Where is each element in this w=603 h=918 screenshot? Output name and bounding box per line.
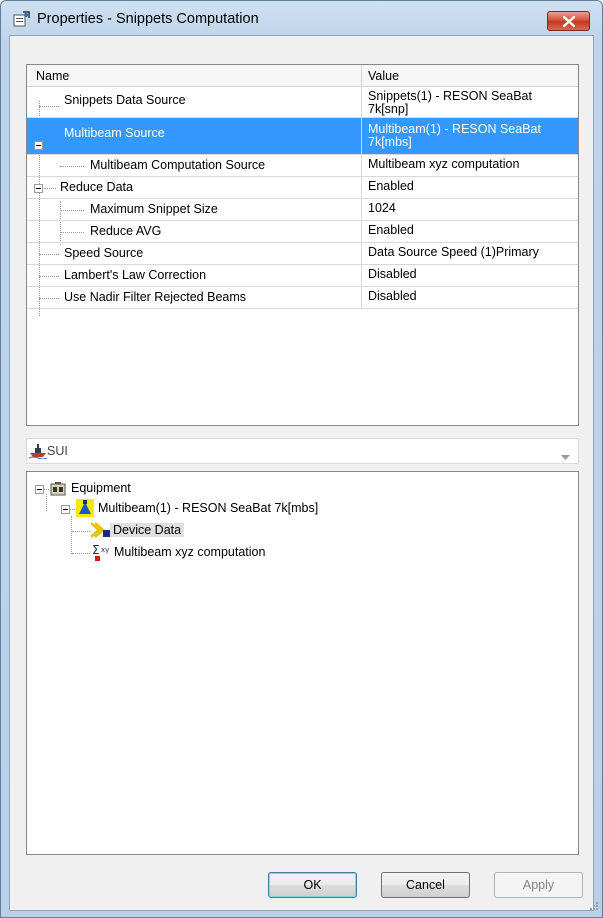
property-name: Lambert's Law Correction (64, 268, 207, 282)
tree-connector (39, 298, 59, 299)
vessel-combobox[interactable]: SUI (26, 438, 579, 464)
property-name: Reduce AVG (90, 224, 162, 238)
property-value[interactable]: Disabled (368, 268, 574, 281)
close-button[interactable] (547, 11, 590, 31)
tree-node-label: Equipment (71, 481, 131, 495)
ok-button[interactable]: OK (268, 872, 357, 898)
property-grid[interactable]: Name Value Snippets Data Source Snippets… (26, 64, 579, 426)
property-row[interactable]: Reduce Data Enabled (27, 177, 578, 199)
tree-connector (60, 232, 84, 233)
svg-text:xy: xy (101, 546, 109, 554)
window-title: Properties - Snippets Computation (37, 11, 259, 27)
tree-connector (72, 553, 90, 554)
column-divider (361, 199, 362, 220)
tree-connector (44, 188, 56, 189)
close-icon (563, 16, 575, 27)
column-divider (361, 155, 362, 176)
property-value[interactable]: Enabled (368, 224, 574, 237)
multibeam-icon (76, 499, 94, 520)
properties-icon (13, 11, 31, 27)
property-name: Speed Source (64, 246, 144, 260)
property-name: Maximum Snippet Size (90, 202, 218, 216)
equipment-tree[interactable]: Equipment Multibeam(1) - RESON SeaBat 7k… (26, 471, 579, 855)
collapse-icon[interactable] (61, 505, 70, 514)
property-value[interactable]: Multibeam(1) - RESON SeaBat 7k[mbs] (368, 123, 574, 149)
apply-button[interactable]: Apply (494, 872, 583, 898)
column-divider (361, 87, 362, 117)
property-row[interactable]: Speed Source Data Source Speed (1)Primar… (27, 243, 578, 265)
tree-connector (60, 166, 84, 167)
chevron-down-icon[interactable] (561, 449, 570, 463)
property-name: Snippets Data Source (64, 93, 186, 107)
tree-node-xyz-computation[interactable]: Σ xy Multibeam xyz computation (72, 543, 353, 566)
column-divider[interactable] (361, 65, 362, 86)
tree-node-label: Device Data (110, 523, 185, 537)
tree-guide-line (71, 516, 72, 554)
property-name: Multibeam Source (64, 126, 165, 140)
column-header-value[interactable]: Value (368, 69, 399, 83)
properties-window: Properties - Snippets Computation Name V… (0, 0, 603, 918)
collapse-icon[interactable] (34, 141, 43, 150)
property-value[interactable]: Disabled (368, 290, 574, 303)
tree-connector (39, 254, 59, 255)
vessel-icon (28, 443, 48, 462)
combobox-value: SUI (47, 444, 68, 458)
column-divider (361, 118, 362, 154)
tree-node-equipment[interactable]: Equipment (35, 480, 235, 498)
tree-connector (39, 276, 59, 277)
property-name: Use Nadir Filter Rejected Beams (64, 290, 247, 304)
svg-text:Σ: Σ (92, 543, 100, 557)
property-value[interactable]: Enabled (368, 180, 574, 193)
property-name: Multibeam Computation Source (90, 158, 266, 172)
column-header-name[interactable]: Name (36, 69, 69, 83)
collapse-icon[interactable] (34, 184, 43, 193)
column-divider (361, 221, 362, 242)
property-row[interactable]: Reduce AVG Enabled (27, 221, 578, 243)
property-row-selected[interactable]: Multibeam Source Multibeam(1) - RESON Se… (27, 118, 578, 155)
tree-connector (72, 531, 90, 532)
tree-node-label: Multibeam xyz computation (114, 545, 266, 559)
resize-grip-icon[interactable] (589, 900, 599, 914)
property-value[interactable]: Multibeam xyz computation (368, 158, 574, 171)
property-value[interactable]: Snippets(1) - RESON SeaBat 7k[snp] (368, 90, 574, 116)
tree-node-multibeam[interactable]: Multibeam(1) - RESON SeaBat 7k[mbs] (61, 499, 391, 520)
tree-connector (60, 210, 84, 211)
property-row[interactable]: Multibeam Computation Source Multibeam x… (27, 155, 578, 177)
tree-connector (39, 106, 59, 107)
column-divider (361, 287, 362, 308)
property-name: Reduce Data (60, 180, 133, 194)
column-divider (361, 265, 362, 286)
tree-connector (44, 489, 49, 490)
equipment-icon (50, 481, 66, 499)
computation-icon: Σ xy (92, 543, 112, 566)
property-row[interactable]: Snippets Data Source Snippets(1) - RESON… (27, 87, 578, 118)
title-bar[interactable]: Properties - Snippets Computation (1, 1, 602, 35)
cancel-button[interactable]: Cancel (381, 872, 470, 898)
device-data-icon (90, 521, 111, 542)
tree-connector (70, 509, 75, 510)
property-value[interactable]: Data Source Speed (1)Primary (368, 246, 574, 259)
collapse-icon[interactable] (35, 485, 44, 494)
property-row[interactable]: Lambert's Law Correction Disabled (27, 265, 578, 287)
property-row[interactable]: Use Nadir Filter Rejected Beams Disabled (27, 287, 578, 309)
grid-header: Name Value (27, 65, 578, 87)
column-divider (361, 243, 362, 264)
property-row[interactable]: Maximum Snippet Size 1024 (27, 199, 578, 221)
column-divider (361, 177, 362, 198)
property-value[interactable]: 1024 (368, 202, 574, 215)
tree-node-device-data[interactable]: Device Data (72, 521, 293, 542)
tree-node-label: Multibeam(1) - RESON SeaBat 7k[mbs] (98, 501, 319, 515)
